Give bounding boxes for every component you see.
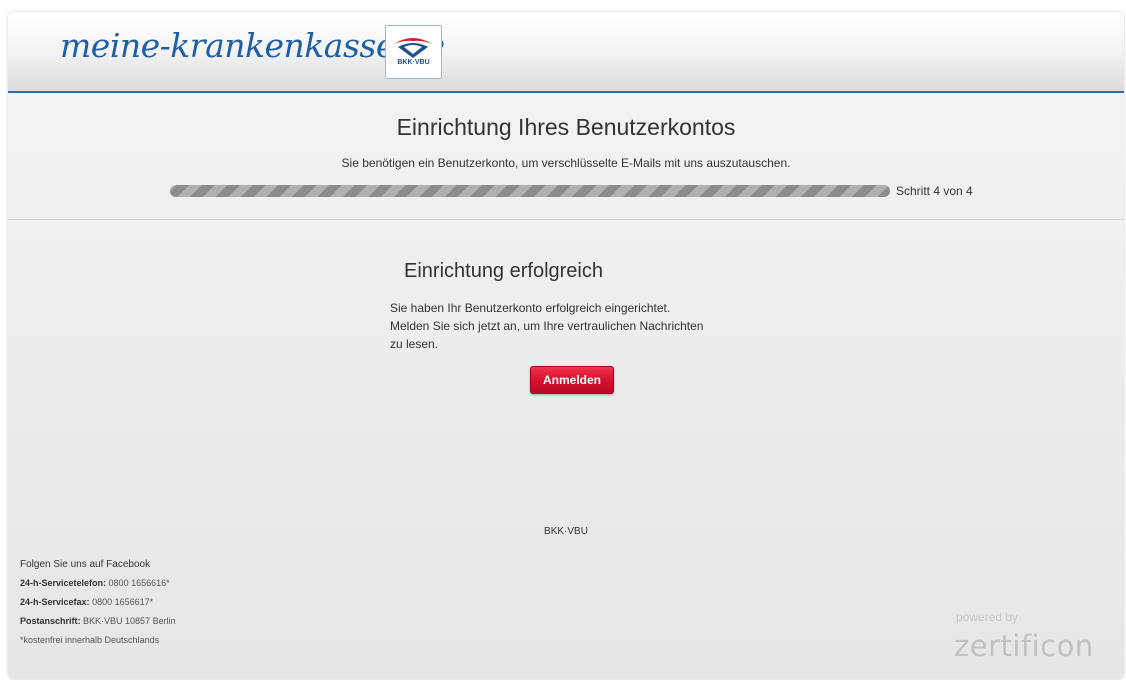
service-fax-label: 24-h-Servicefax: (20, 597, 90, 607)
page-title: Einrichtung Ihres Benutzerkontos (396, 114, 736, 140)
bkk-vbu-logo[interactable]: BKK·VBU (385, 25, 442, 79)
facebook-link[interactable]: Folgen Sie uns auf Facebook (20, 559, 150, 570)
service-fax: 24-h-Servicefax: 0800 1656617* (20, 593, 176, 612)
progress-bar-fill (170, 185, 890, 197)
powered-by-label: powered by (956, 610, 1019, 624)
footer-brand-text: BKK·VBU (544, 526, 588, 537)
setup-progress-section: Einrichtung Ihres Benutzerkontos Sie ben… (8, 93, 1124, 220)
login-button[interactable]: Anmelden (530, 366, 614, 394)
service-phone-value: 0800 1656616* (108, 578, 170, 588)
service-phone: 24-h-Servicetelefon: 0800 1656616* (20, 574, 176, 593)
success-message-line: Sie haben Ihr Benutzerkonto erfolgreich … (390, 301, 671, 315)
progress-bar (170, 185, 890, 197)
postal-address-value: BKK·VBU 10857 Berlin (83, 616, 176, 626)
success-heading: Einrichtung erfolgreich (404, 260, 603, 282)
postal-address-label: Postanschrift: (20, 616, 81, 626)
service-fax-value: 0800 1656617* (92, 597, 154, 607)
success-message-line: zu lesen. (390, 337, 439, 351)
postal-address: Postanschrift: BKK·VBU 10857 Berlin (20, 612, 176, 631)
success-message: Sie haben Ihr Benutzerkonto erfolgreich … (390, 299, 730, 353)
zertificon-logo[interactable]: zertificon (954, 629, 1094, 663)
header: meine-krankenkasse.de BKK·VBU (8, 12, 1124, 93)
page-subtitle: Sie benötigen ein Benutzerkonto, um vers… (341, 156, 791, 170)
success-message-line: Melden Sie sich jetzt an, um Ihre vertra… (390, 319, 704, 333)
service-phone-label: 24-h-Servicetelefon: (20, 578, 107, 588)
logo-label: BKK·VBU (397, 59, 430, 66)
page-frame: meine-krankenkasse.de BKK·VBU Einrichtun… (8, 12, 1124, 679)
bkk-vbu-emblem-icon (394, 38, 432, 58)
progress-step-label: Schritt 4 von 4 (896, 184, 973, 198)
footnote: *kostenfrei innerhalb Deutschlands (20, 635, 160, 645)
footer-contact-info: Folgen Sie uns auf Facebook 24-h-Service… (20, 555, 176, 650)
